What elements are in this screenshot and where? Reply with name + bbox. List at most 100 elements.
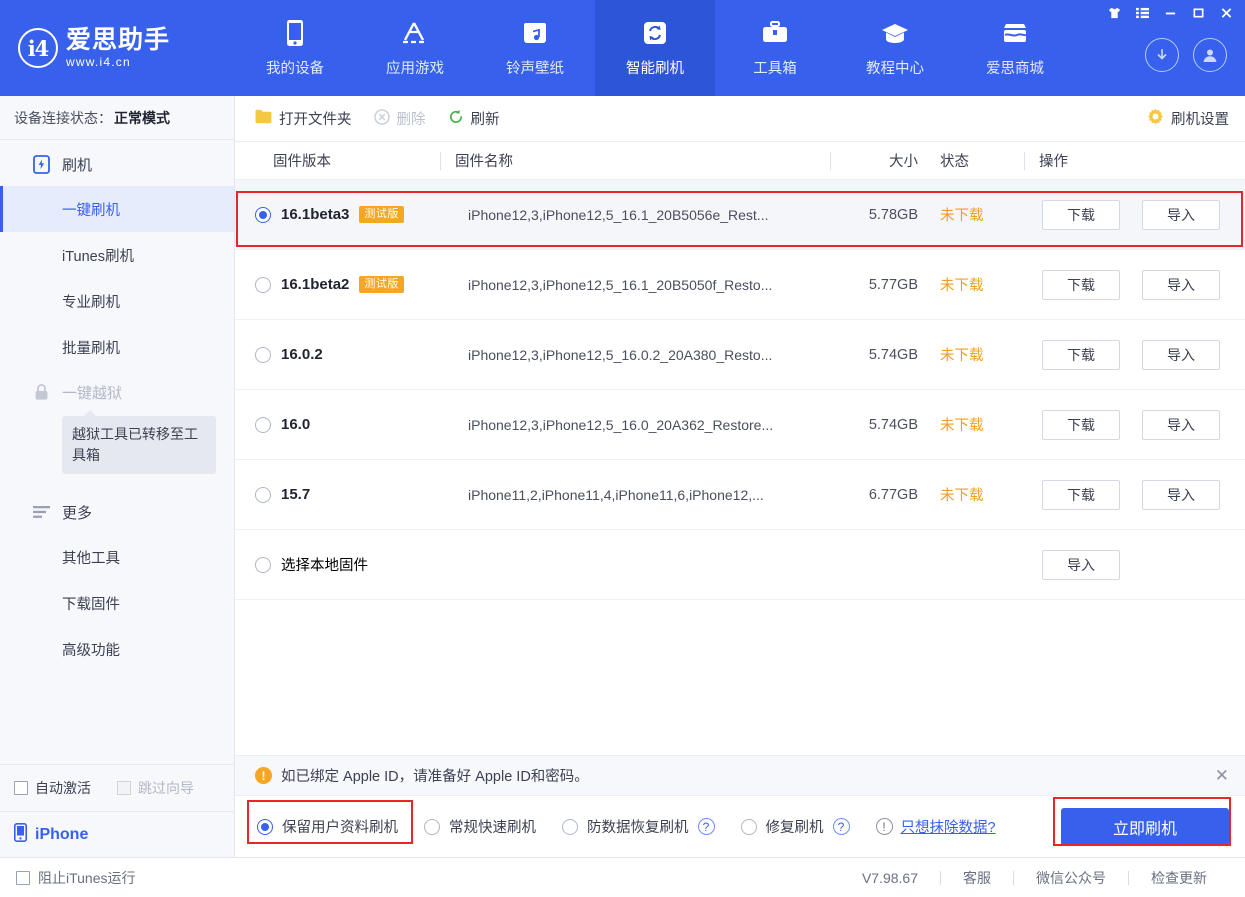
option-radio[interactable] (257, 819, 273, 835)
option-keep-user-data[interactable]: 保留用户资料刷机 (257, 816, 398, 837)
flash-action-bar: 保留用户资料刷机 常规快速刷机 防数据恢复刷机 ? 修复刷机 ? ! 只想抹 (235, 795, 1245, 857)
list-icon[interactable] (1129, 3, 1155, 22)
option-radio[interactable] (741, 819, 757, 835)
option-anti-recovery-flash[interactable]: 防数据恢复刷机 ? (562, 816, 715, 837)
phone-icon (280, 18, 310, 48)
sidebar-group-flash[interactable]: 刷机 (0, 142, 234, 186)
download-button[interactable]: 下载 (1042, 200, 1120, 230)
sidebar-item-label: 下载固件 (62, 593, 120, 614)
beta-badge: 测试版 (359, 276, 404, 292)
sidebar-item-label: 专业刷机 (62, 291, 120, 312)
nav-item-smart-flash[interactable]: 智能刷机 (595, 0, 715, 96)
close-icon[interactable]: ✕ (1215, 767, 1229, 784)
sidebar-item-label: 高级功能 (62, 639, 120, 660)
sidebar-item-advanced[interactable]: 高级功能 (0, 626, 234, 672)
row-radio[interactable] (255, 557, 271, 573)
checkbox-box (16, 871, 30, 885)
nav-item-ringtone-wallpaper[interactable]: 铃声壁纸 (475, 0, 595, 96)
checkbox-auto-activate[interactable]: 自动激活 (14, 778, 91, 798)
import-button[interactable]: 导入 (1142, 200, 1220, 230)
start-flash-button[interactable]: 立即刷机 (1061, 808, 1229, 846)
download-button[interactable]: 下载 (1042, 410, 1120, 440)
row-radio[interactable] (255, 347, 271, 363)
sidebar-item-one-key-flash[interactable]: 一键刷机 (0, 186, 234, 232)
wechat-link[interactable]: 微信公众号 (1014, 868, 1128, 888)
option-radio[interactable] (424, 819, 440, 835)
device-label: iPhone (35, 826, 88, 844)
check-update-link[interactable]: 检查更新 (1129, 868, 1229, 888)
nav-item-apps-games[interactable]: 应用游戏 (355, 0, 475, 96)
brand-logo[interactable]: i4 爱思助手 www.i4.cn (0, 0, 235, 96)
header-action: 操作 (1024, 152, 1245, 170)
cell-name: iPhone11,2,iPhone11,4,iPhone11,6,iPhone1… (440, 487, 830, 503)
minimize-icon[interactable] (1157, 3, 1183, 22)
shirt-icon[interactable] (1101, 3, 1127, 22)
table-row[interactable]: 16.0 iPhone12,3,iPhone12,5_16.0_20A362_R… (235, 390, 1245, 460)
logo-mark-icon: i4 (18, 28, 58, 68)
sidebar-item-other-tools[interactable]: 其他工具 (0, 534, 234, 580)
table-row[interactable]: 16.0.2 iPhone12,3,iPhone12,5_16.0.2_20A3… (235, 320, 1245, 390)
header-version: 固件版本 (235, 152, 440, 170)
connection-status-value: 正常模式 (114, 108, 170, 128)
import-button[interactable]: 导入 (1142, 270, 1220, 300)
checkbox-block-itunes[interactable]: 阻止iTunes运行 (16, 868, 136, 888)
sidebar-item-pro-flash[interactable]: 专业刷机 (0, 278, 234, 324)
cell-version: 16.0.2 (235, 346, 440, 363)
cell-size: 5.77GB (830, 277, 926, 293)
row-radio[interactable] (255, 207, 271, 223)
flash-settings-button[interactable]: 刷机设置 (1147, 108, 1229, 129)
import-button[interactable]: 导入 (1142, 410, 1220, 440)
refresh-button[interactable]: 刷新 (448, 108, 500, 129)
row-radio[interactable] (255, 277, 271, 293)
flash-refresh-icon (640, 18, 670, 48)
nav-item-my-device[interactable]: 我的设备 (235, 0, 355, 96)
cell-name: iPhone12,3,iPhone12,5_16.0_20A362_Restor… (440, 417, 830, 433)
jailbreak-moved-note: 越狱工具已转移至工具箱 (62, 416, 216, 474)
account-icon[interactable] (1193, 38, 1227, 72)
import-button[interactable]: 导入 (1042, 550, 1120, 580)
cell-version: 16.0 (235, 416, 440, 433)
help-icon[interactable]: ? (698, 818, 715, 835)
download-button[interactable]: 下载 (1042, 270, 1120, 300)
sidebar-group-label: 刷机 (62, 154, 92, 175)
row-radio[interactable] (255, 487, 271, 503)
download-button[interactable]: 下载 (1042, 480, 1120, 510)
beta-badge: 测试版 (359, 206, 404, 222)
table-row[interactable]: 15.7 iPhone11,2,iPhone11,4,iPhone11,6,iP… (235, 460, 1245, 530)
download-button[interactable]: 下载 (1042, 340, 1120, 370)
checkbox-label: 阻止iTunes运行 (38, 868, 136, 888)
import-button[interactable]: 导入 (1142, 480, 1220, 510)
support-link[interactable]: 客服 (941, 868, 1013, 888)
sidebar-device-iphone[interactable]: iPhone (0, 811, 234, 857)
sidebar-item-itunes-flash[interactable]: iTunes刷机 (0, 232, 234, 278)
toolbox-icon (760, 18, 790, 48)
nav-item-toolbox[interactable]: 工具箱 (715, 0, 835, 96)
status-bar: 阻止iTunes运行 V7.98.67 客服 微信公众号 检查更新 (0, 857, 1245, 897)
maximize-icon[interactable] (1185, 3, 1211, 22)
cell-version: 15.7 (235, 486, 440, 503)
download-icon[interactable] (1145, 38, 1179, 72)
sidebar-item-download-firmware[interactable]: 下载固件 (0, 580, 234, 626)
erase-data-link[interactable]: 只想抹除数据? (901, 816, 996, 837)
sidebar-group-more[interactable]: 更多 (0, 490, 234, 534)
row-radio[interactable] (255, 417, 271, 433)
phone-icon (14, 823, 27, 847)
table-row-local-firmware[interactable]: 选择本地固件 导入 (235, 530, 1245, 600)
table-row[interactable]: 16.1beta2 测试版 iPhone12,3,iPhone12,5_16.1… (235, 250, 1245, 320)
cell-size: 6.77GB (830, 487, 926, 503)
checkbox-label: 自动激活 (35, 778, 91, 798)
open-folder-button[interactable]: 打开文件夹 (255, 108, 352, 129)
option-normal-fast-flash[interactable]: 常规快速刷机 (424, 816, 536, 837)
help-icon[interactable]: ? (833, 818, 850, 835)
close-icon[interactable] (1213, 3, 1239, 22)
table-row[interactable]: 16.1beta3 测试版 iPhone12,3,iPhone12,5_16.1… (235, 180, 1245, 250)
header-size: 大小 (830, 152, 926, 170)
nav-label: 应用游戏 (386, 57, 444, 78)
option-radio[interactable] (562, 819, 578, 835)
option-repair-flash[interactable]: 修复刷机 ? (741, 816, 850, 837)
apple-id-notice: ! 如已绑定 Apple ID，请准备好 Apple ID和密码。 ✕ (235, 755, 1245, 795)
import-button[interactable]: 导入 (1142, 340, 1220, 370)
nav-item-tutorial-center[interactable]: 教程中心 (835, 0, 955, 96)
sidebar-item-batch-flash[interactable]: 批量刷机 (0, 324, 234, 370)
option-label: 保留用户资料刷机 (282, 816, 398, 837)
